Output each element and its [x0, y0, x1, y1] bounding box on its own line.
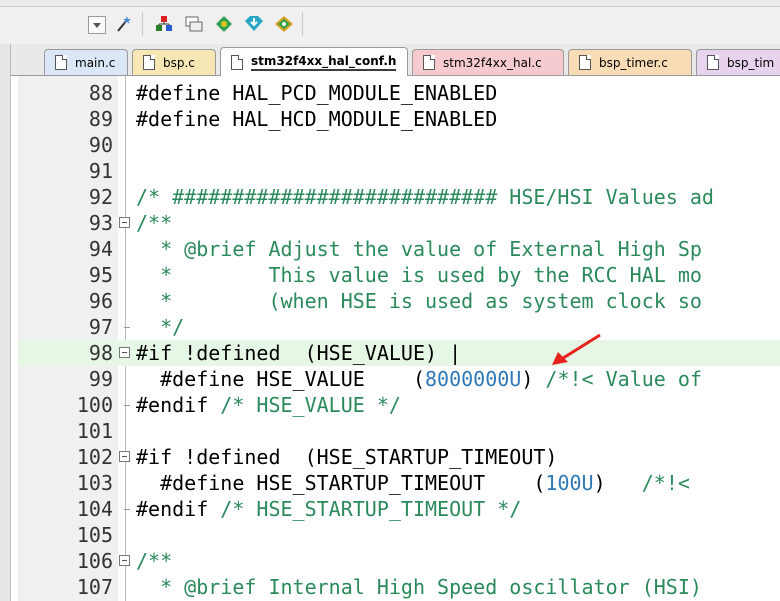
code-text: #if !defined (HSE_STARTUP_TIMEOUT) [136, 445, 558, 469]
code-line[interactable]: 96 * (when HSE is used as system clock s… [18, 288, 780, 314]
line-number: 94 [88, 237, 113, 261]
tab-bsp-tim[interactable]: bsp_tim [696, 49, 780, 75]
line-number: 96 [88, 289, 113, 313]
file-icon [55, 55, 67, 70]
line-number: 103 [76, 471, 113, 495]
file-icon [579, 55, 591, 70]
window-layout-icon[interactable] [184, 14, 204, 34]
code-line[interactable]: 92 /* ########################### HSE/HSI… [18, 184, 780, 210]
line-number: 105 [76, 523, 113, 547]
code-line[interactable]: 88 #define HAL_PCD_MODULE_ENABLED [18, 80, 780, 106]
line-number: 106 [76, 549, 113, 573]
code-line[interactable]: 107 * @brief Internal High Speed oscilla… [18, 574, 780, 600]
file-icon [231, 54, 243, 70]
tab-label: bsp.c [163, 55, 195, 70]
code-line[interactable]: 94 * @brief Adjust the value of External… [18, 236, 780, 262]
code-text: #define HSE_STARTUP_TIMEOUT (100U) /*!< [136, 471, 690, 495]
code-text: */ [136, 315, 185, 339]
file-icon [143, 55, 155, 70]
line-number: 102 [76, 445, 113, 469]
fold-end-tick [124, 405, 130, 406]
toolbar-separator [302, 12, 303, 36]
code-line[interactable]: 95 * This value is used by the RCC HAL m… [18, 262, 780, 288]
code-line-current[interactable]: 98 #if !defined (HSE_VALUE) | [18, 340, 780, 366]
line-number: 107 [76, 575, 113, 599]
fold-toggle-icon[interactable] [119, 451, 130, 462]
code-text: #endif /* HSE_STARTUP_TIMEOUT */ [136, 497, 522, 521]
tab-label: stm32f4xx_hal.c [443, 55, 542, 70]
tab-main-c[interactable]: main.c [44, 49, 128, 75]
code-text: /* ########################### HSE/HSI V… [136, 185, 714, 209]
code-line[interactable]: 105 [18, 522, 780, 548]
stacked-diamond-icon[interactable] [274, 14, 294, 34]
toolbar-separator [142, 12, 143, 36]
toolbar-top-strip [0, 0, 780, 7]
fold-toggle-icon[interactable] [119, 217, 130, 228]
tab-label: main.c [75, 55, 116, 70]
tab-bsp-c[interactable]: bsp.c [132, 49, 216, 75]
code-line[interactable]: 91 [18, 158, 780, 184]
file-tab-bar: main.c bsp.c stm32f4xx_hal_conf.h stm32f… [0, 44, 780, 76]
code-text: * This value is used by the RCC HAL mo [136, 263, 702, 287]
line-number: 91 [88, 159, 113, 183]
code-text: * @brief Adjust the value of External Hi… [136, 237, 702, 261]
code-text: #define HAL_PCD_MODULE_ENABLED [136, 81, 498, 105]
code-text: #define HSE_VALUE (8000000U) /*!< Value … [136, 367, 702, 391]
tab-stm32f4xx-hal-c[interactable]: stm32f4xx_hal.c [412, 49, 564, 75]
code-text: #define HAL_HCD_MODULE_ENABLED [136, 107, 498, 131]
line-number: 90 [88, 133, 113, 157]
line-number: 95 [88, 263, 113, 287]
fold-end-tick [124, 327, 130, 328]
code-line[interactable]: 103 #define HSE_STARTUP_TIMEOUT (100U) /… [18, 470, 780, 496]
line-number: 97 [88, 315, 113, 339]
code-line[interactable]: 100 #endif /* HSE_VALUE */ [18, 392, 780, 418]
code-line[interactable]: 99 #define HSE_VALUE (8000000U) /*!< Val… [18, 366, 780, 392]
line-number: 88 [88, 81, 113, 105]
code-text: #endif /* HSE_VALUE */ [136, 393, 401, 417]
tab-label: bsp_timer.c [599, 55, 668, 70]
diamond-settings-icon[interactable] [214, 14, 234, 34]
fold-toggle-icon[interactable] [119, 347, 130, 358]
line-number: 100 [76, 393, 113, 417]
code-line[interactable]: 90 [18, 132, 780, 158]
code-line[interactable]: 106 /** [18, 548, 780, 574]
line-number: 92 [88, 185, 113, 209]
line-number: 98 [88, 341, 113, 365]
heart-download-icon[interactable] [244, 14, 264, 34]
annotation-arrow-icon [552, 333, 601, 365]
code-line[interactable]: 89 #define HAL_HCD_MODULE_ENABLED [18, 106, 780, 132]
code-text: #if !defined (HSE_VALUE) | [136, 341, 462, 365]
code-text: /** [136, 211, 173, 235]
dropdown-arrow-icon[interactable] [88, 16, 106, 34]
code-text: /** [136, 549, 173, 573]
magic-wand-icon[interactable] [114, 14, 134, 34]
tab-stm32f4xx-hal-conf-h[interactable]: stm32f4xx_hal_conf.h [220, 47, 408, 76]
line-number: 93 [88, 211, 113, 235]
code-line[interactable]: 102 #if !defined (HSE_STARTUP_TIMEOUT) [18, 444, 780, 470]
code-line[interactable]: 104 #endif /* HSE_STARTUP_TIMEOUT */ [18, 496, 780, 522]
left-panel-edge [0, 44, 11, 601]
code-text: * @brief Internal High Speed oscillator … [136, 575, 702, 599]
target-build-icon[interactable] [154, 14, 174, 34]
line-number: 89 [88, 107, 113, 131]
fold-end-tick [124, 509, 130, 510]
code-line[interactable]: 93 /** [18, 210, 780, 236]
tab-label: stm32f4xx_hal_conf.h [251, 54, 397, 71]
file-icon [423, 55, 435, 70]
line-number: 101 [76, 419, 113, 443]
tab-label: bsp_tim [727, 55, 775, 70]
toolbar [0, 0, 780, 45]
tab-bsp-timer-c[interactable]: bsp_timer.c [568, 49, 692, 75]
fold-toggle-icon[interactable] [119, 555, 130, 566]
code-text: * (when HSE is used as system clock so [136, 289, 702, 313]
code-line[interactable]: 97 */ [18, 314, 780, 340]
file-icon [707, 55, 719, 70]
line-number: 104 [76, 497, 113, 521]
line-number: 99 [88, 367, 113, 391]
code-line[interactable]: 101 [18, 418, 780, 444]
